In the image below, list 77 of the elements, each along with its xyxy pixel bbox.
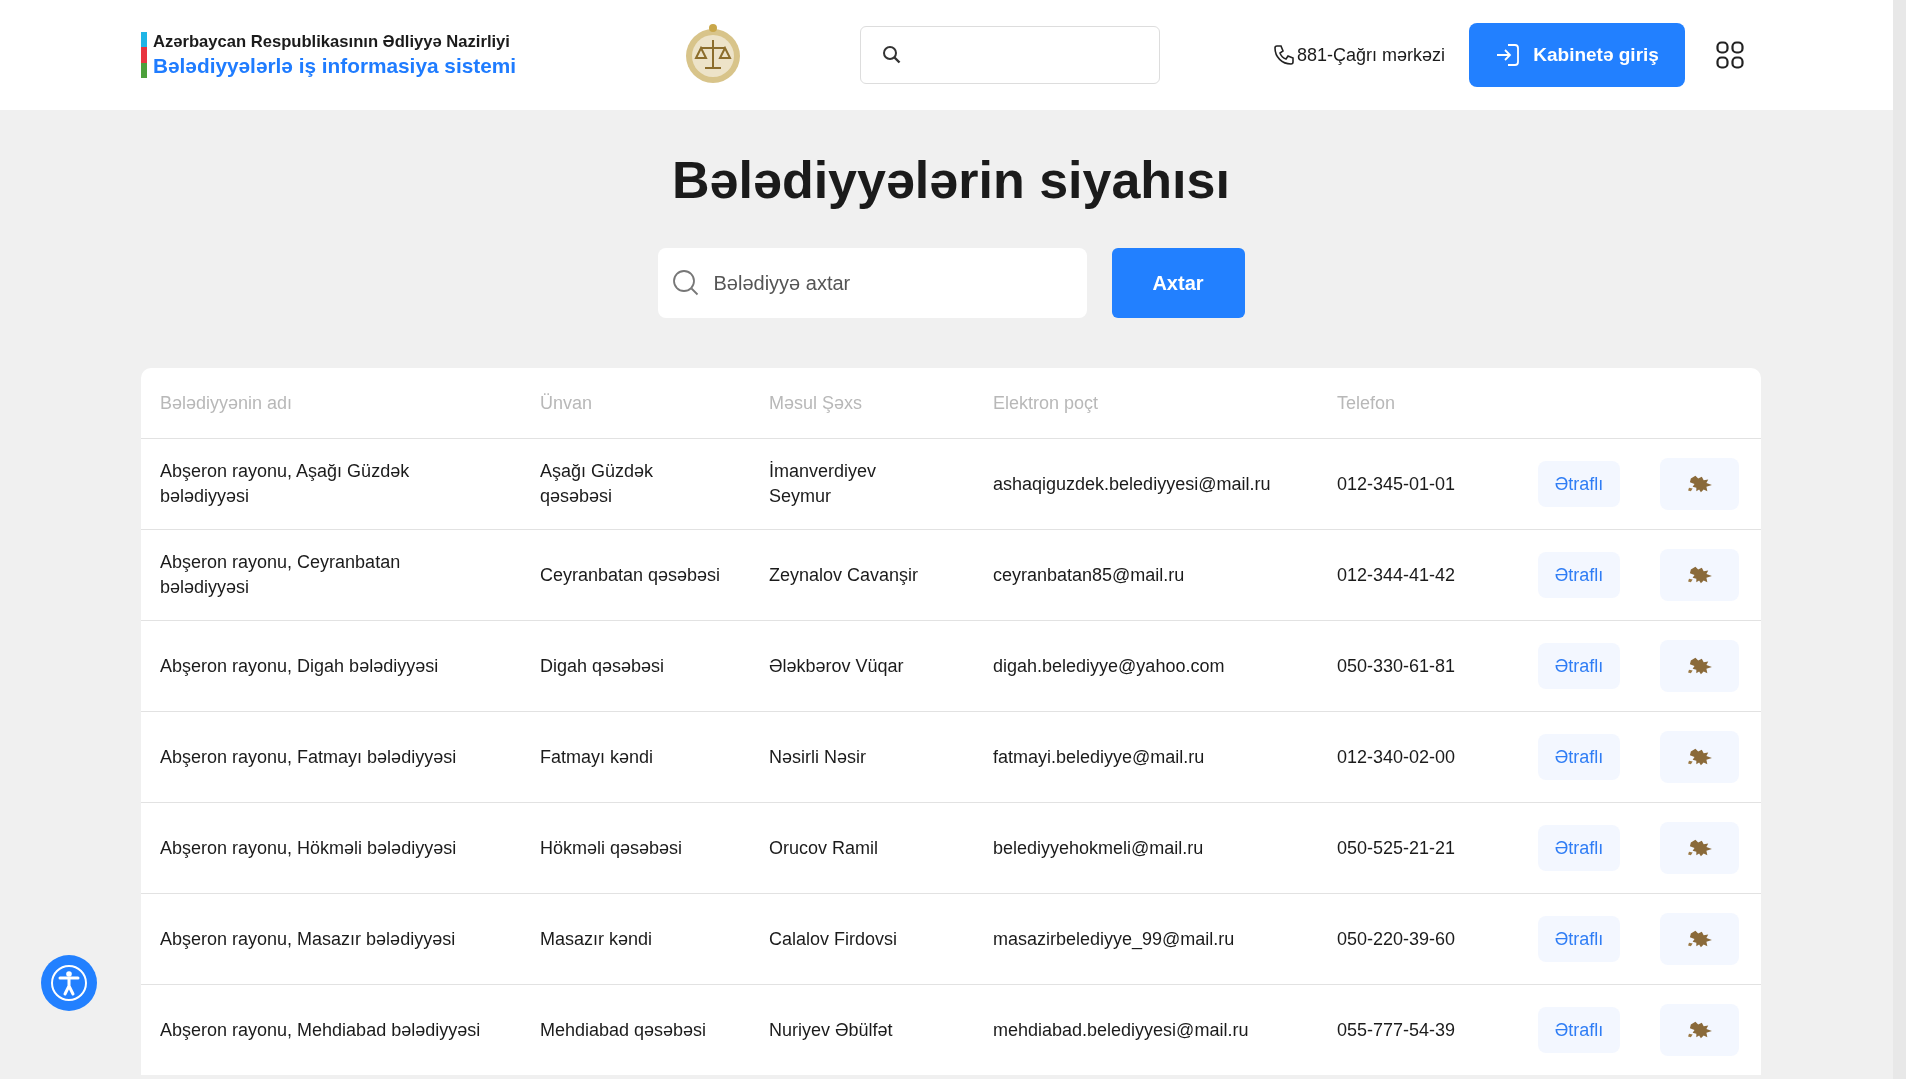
login-icon (1495, 42, 1522, 68)
column-header: Ünvan (540, 391, 594, 415)
accessibility-icon (49, 963, 89, 1003)
details-button[interactable]: Ətraflı (1538, 552, 1620, 598)
ministry-name: Azərbaycan Respublikasının Ədliyyə Nazirliyi (153, 32, 511, 52)
table-cell-text: 050-330-61-81 (1337, 654, 1457, 678)
table-cell-text: Calalov Firdovsi (769, 927, 899, 951)
search-button[interactable]: Axtar (1111, 248, 1245, 318)
accessibility-button[interactable] (41, 955, 97, 1011)
email-cell-text: masazirbelediyye_99@mail.ru (993, 927, 1236, 952)
phone-icon (1272, 43, 1296, 67)
details-button[interactable]: Ətraflı (1538, 916, 1620, 962)
details-button[interactable]: Ətraflı (1538, 643, 1620, 689)
email-cell-text: ashaqiguzdek.belediyyesi@mail.ru (993, 472, 1272, 496)
table-cell-text: Mehdiabad qəsəbəsi (540, 1018, 708, 1042)
map-icon (1685, 837, 1714, 859)
page-title: Bələdiyyələrin siyahısı (672, 150, 1230, 211)
column-header: Bələdiyyənin adı (160, 391, 294, 415)
map-button[interactable] (1660, 822, 1739, 874)
table-cell-text: Ələkbərov Vüqar (769, 654, 905, 678)
email-cell-text: ceyranbatan85@mail.ru (993, 563, 1186, 587)
table-cell-text: Aşağı Güzdək qəsəbəsi (540, 460, 655, 508)
table-cell-text: Abşeron rayonu, Digah bələdiyyəsi (160, 654, 440, 678)
map-icon (1685, 655, 1714, 677)
column-header: Telefon (1337, 391, 1397, 415)
email-cell-text: mehdiabad.belediyyesi@mail.ru (993, 1018, 1250, 1042)
details-button[interactable]: Ətraflı (1538, 1007, 1620, 1053)
details-button[interactable]: Ətraflı (1538, 734, 1620, 780)
table-cell-text: Orucov Ramil (769, 836, 880, 860)
search-field[interactable] (860, 26, 1160, 84)
table-cell-text: Abşeron rayonu, Mehdiabad bələdiyyəsi (160, 1018, 482, 1042)
search-icon (671, 269, 700, 297)
flag-stripe (141, 32, 147, 78)
apps-grid-icon[interactable] (1716, 41, 1745, 69)
map-icon (1685, 928, 1714, 950)
map-button[interactable] (1660, 549, 1739, 601)
table-cell-text: Abşeron rayonu, Hökməli bələdiyyəsi (160, 836, 458, 860)
table-cell-text: Abşeron rayonu, Fatmayı bələdiyyəsi (160, 745, 458, 769)
email-cell-text: digah.belediyye@yahoo.com (993, 654, 1226, 678)
email-cell-text: fatmayi.belediyye@mail.ru (993, 745, 1206, 769)
map-button[interactable] (1660, 640, 1739, 692)
table-cell-text: Hökməli qəsəbəsi (540, 836, 684, 860)
details-button[interactable]: Ətraflı (1538, 825, 1620, 871)
map-icon (1685, 473, 1714, 495)
search-icon (882, 45, 902, 65)
column-header: Məsul Şəxs (769, 391, 864, 415)
map-icon (1685, 1019, 1714, 1041)
table-cell-text: 012-344-41-42 (1337, 563, 1457, 587)
table-cell-text: Zeynalov Cavanşir (769, 563, 920, 587)
call-center-link[interactable]: 881-Çağrı mərkəzi (1297, 44, 1446, 66)
map-button[interactable] (1660, 913, 1739, 965)
map-button[interactable] (1660, 458, 1739, 510)
map-button[interactable] (1660, 1004, 1739, 1056)
table-cell-text: 012-340-02-00 (1337, 745, 1457, 769)
email-cell-text: belediyyehokmeli@mail.ru (993, 836, 1205, 860)
table-cell-text: Nuriyev Əbülfət (769, 1018, 894, 1042)
table-cell-text: Masazır kəndi (540, 927, 654, 951)
map-icon (1685, 746, 1714, 768)
login-button[interactable]: Kabinetə giriş (1469, 23, 1686, 87)
table-cell-text: Fatmayı kəndi (540, 745, 655, 769)
system-title-link[interactable]: Bələdiyyələrlə iş informasiya sistemi (153, 54, 516, 78)
map-icon (1685, 564, 1714, 586)
table-cell-text: 050-220-39-60 (1337, 927, 1457, 951)
search-field[interactable]: Bələdiyyə axtar (657, 248, 1087, 318)
table-cell-text: Ceyranbatan qəsəbəsi (540, 563, 722, 587)
table-cell-text: Abşeron rayonu, Aşağı Güzdək bələdiyyəsi (160, 460, 411, 508)
details-button[interactable]: Ətraflı (1538, 461, 1620, 507)
table-cell-text: Nəsirli Nəsir (769, 745, 867, 769)
column-header: Elektron poçt (993, 391, 1100, 415)
table-cell-text: Digah qəsəbəsi (540, 654, 666, 678)
map-button[interactable] (1660, 731, 1739, 783)
table-cell-text: İmanverdiyev Seymur (769, 460, 878, 508)
table-cell-text: 050-525-21-21 (1337, 836, 1457, 860)
table-cell-text: Abşeron rayonu, Masazır bələdiyyəsi (160, 927, 457, 951)
table-cell-text: Abşeron rayonu, Ceyranbatan bələdiyyəsi (160, 551, 402, 599)
table-cell-text: 055-777-54-39 (1337, 1018, 1457, 1042)
table-cell-text: 012-345-01-01 (1337, 472, 1457, 496)
